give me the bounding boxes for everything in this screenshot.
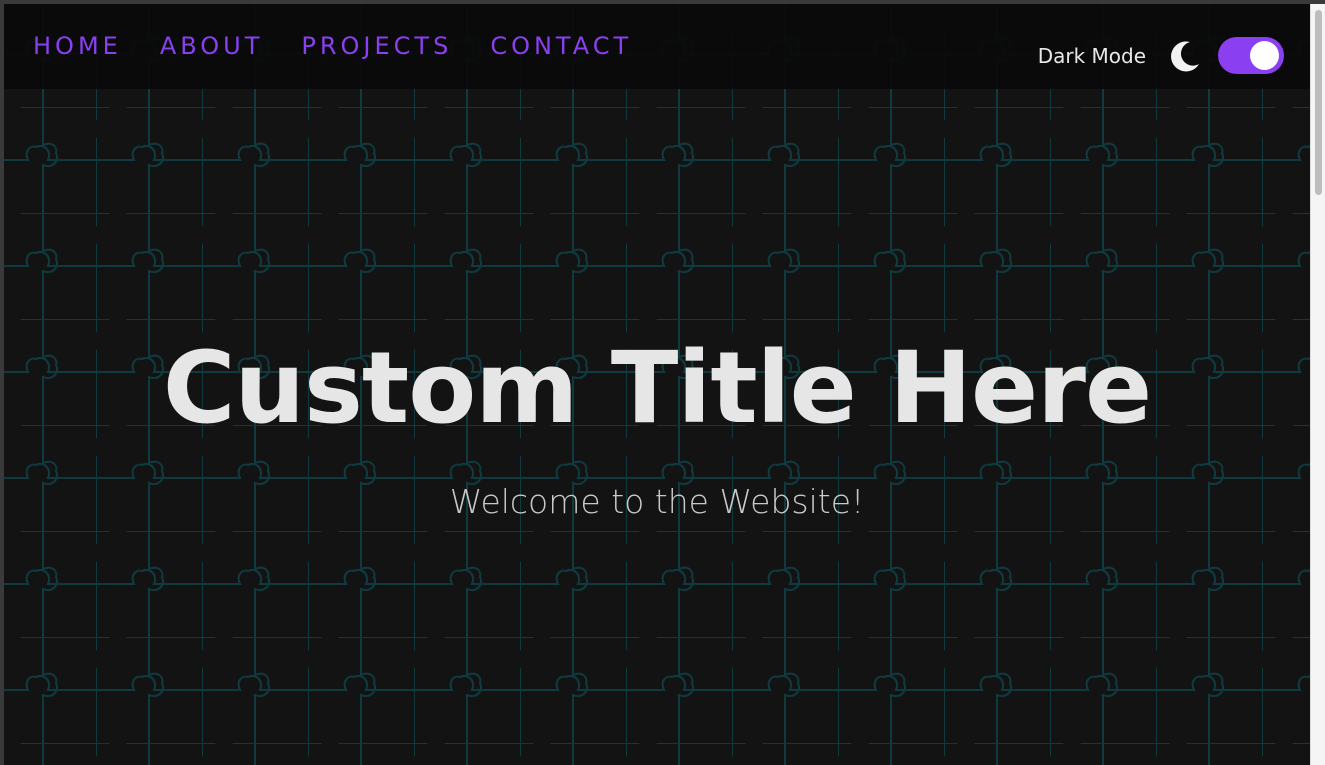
nav-projects-link[interactable]: PROJECTS <box>301 32 452 60</box>
hero-subtitle: Welcome to the Website! <box>449 482 865 521</box>
dark-mode-label: Dark Mode <box>1037 43 1146 68</box>
nav-links: HOME ABOUT PROJECTS CONTACT <box>33 32 632 60</box>
nav-home-link[interactable]: HOME <box>33 32 122 60</box>
theme-switch-area: Dark Mode <box>1038 37 1284 74</box>
browser-frame: HOME ABOUT PROJECTS CONTACT Dark Mode Cu… <box>0 0 1325 765</box>
vertical-scrollbar[interactable] <box>1310 4 1325 765</box>
nav-about-link[interactable]: ABOUT <box>160 32 264 60</box>
top-navbar: HOME ABOUT PROJECTS CONTACT Dark Mode <box>4 4 1310 89</box>
nav-contact-link[interactable]: CONTACT <box>490 32 632 60</box>
hero-title: Custom Title Here <box>162 331 1152 446</box>
page-viewport: HOME ABOUT PROJECTS CONTACT Dark Mode Cu… <box>4 4 1310 765</box>
dark-mode-toggle[interactable] <box>1218 37 1284 74</box>
scrollbar-thumb[interactable] <box>1315 10 1322 195</box>
toggle-knob <box>1250 41 1279 70</box>
moon-icon <box>1171 40 1199 71</box>
